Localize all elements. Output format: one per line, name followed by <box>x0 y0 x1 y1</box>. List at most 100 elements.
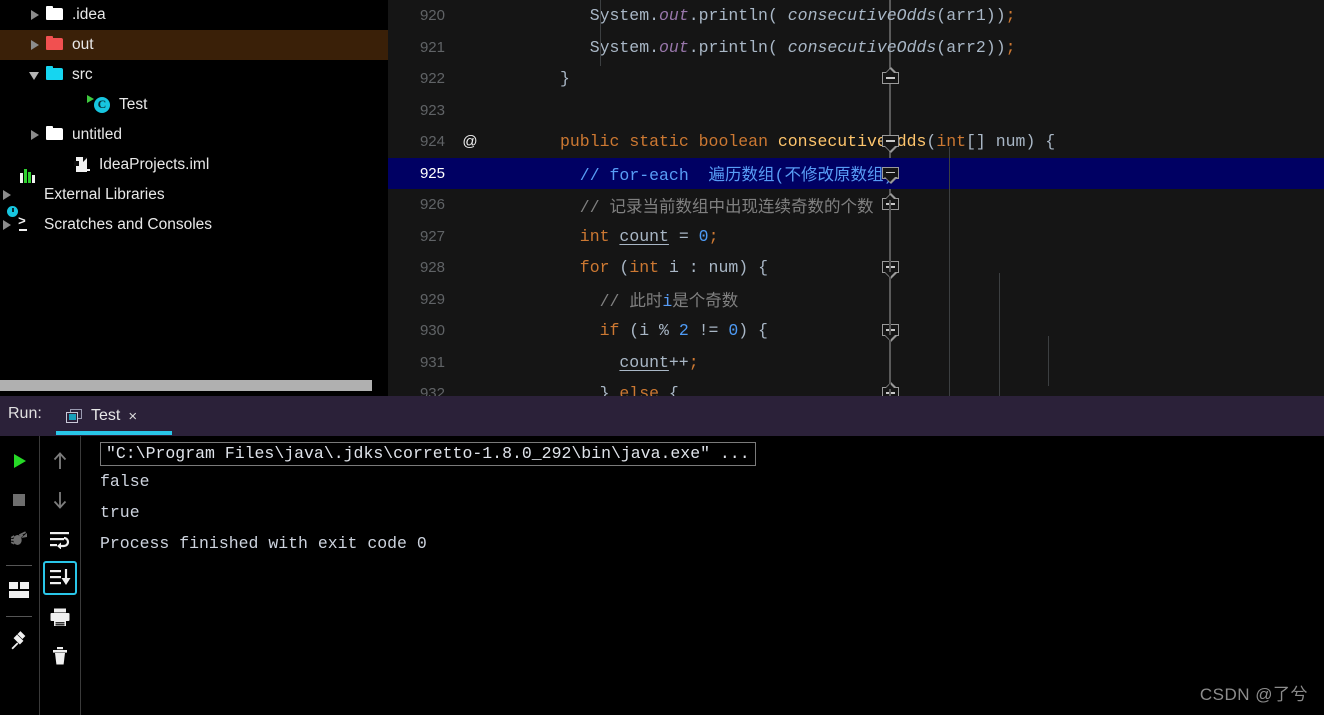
code-line[interactable]: 920 System.out.println( consecutiveOdds(a… <box>388 0 1324 32</box>
tree-item-test[interactable]: C Test <box>0 90 388 120</box>
code-text: System.out.println( consecutiveOdds(arr1… <box>589 6 1016 26</box>
chevron-right-icon[interactable] <box>28 8 42 22</box>
code-editor[interactable]: 920 System.out.println( consecutiveOdds(a… <box>388 0 1324 396</box>
line-number: 931 <box>419 353 445 371</box>
run-config-icon <box>66 408 83 424</box>
code-line[interactable]: 931 count++; <box>388 347 1324 379</box>
tree-item-ideaprojects-iml[interactable]: IdeaProjects.iml <box>0 150 388 180</box>
indent-guide-2 <box>999 273 1001 396</box>
run-console-area: "C:\Program Files\java\.jdks\corretto-1.… <box>0 436 1324 715</box>
console-output[interactable]: "C:\Program Files\java\.jdks\corretto-1.… <box>82 436 1324 715</box>
fold-marker-925[interactable] <box>882 166 899 184</box>
fold-marker-922[interactable] <box>882 66 899 89</box>
tree-item-untitled[interactable]: untitled <box>0 120 388 150</box>
code-line[interactable]: 923 <box>388 95 1324 127</box>
tree-item-scratches-and-consoles[interactable]: > Scratches and Consoles <box>0 205 388 240</box>
stop-button[interactable] <box>2 483 36 517</box>
code-line[interactable]: 926 // 记录当前数组中出现连续奇数的个数 <box>388 189 1324 221</box>
code-text: // 此时i是个奇数 <box>599 292 739 312</box>
toolbar-divider-2 <box>80 436 81 715</box>
bug-rerun-icon[interactable] <box>2 522 36 556</box>
iml-file-icon <box>73 156 92 175</box>
arrow-up-icon[interactable] <box>43 444 77 478</box>
code-line[interactable]: 924 @ public static boolean consecutiveOdd… <box>388 126 1324 158</box>
printer-icon[interactable] <box>43 600 77 634</box>
tree-item-label: out <box>72 36 94 54</box>
code-line[interactable]: 932 } else { <box>388 378 1324 396</box>
line-number: 921 <box>419 38 445 56</box>
run-toolbar-left[interactable] <box>0 436 38 715</box>
indent-guide-0 <box>600 0 602 66</box>
chevron-right-icon[interactable] <box>0 188 14 202</box>
folder-icon <box>46 36 65 55</box>
chevron-right-icon[interactable] <box>0 218 14 232</box>
scratches-icon: > <box>7 205 37 235</box>
code-fold-rail-lower <box>889 196 891 396</box>
project-tool-window[interactable]: .idea out src C Test untitled IdeaProjects.iml… <box>0 0 388 396</box>
tree-item-src[interactable]: src <box>0 60 388 90</box>
tree-item-idea[interactable]: .idea <box>0 0 388 30</box>
run-tool-window-header: Run: Test × <box>0 396 1324 436</box>
code-text: } <box>560 69 570 89</box>
code-line[interactable]: 928 for (int i : num) { <box>388 252 1324 284</box>
run-label: Run: <box>8 405 42 422</box>
fold-marker-924[interactable] <box>882 135 899 153</box>
tree-item-external-libraries[interactable]: External Libraries <box>0 168 388 210</box>
code-text: public static boolean consecutiveOdds(in… <box>560 132 1056 152</box>
scroll-to-end-icon[interactable] <box>43 561 77 595</box>
line-number: 926 <box>419 196 445 214</box>
code-line[interactable]: 925 // for-each 遍历数组(不修改原数组) <box>388 157 1324 189</box>
code-line[interactable]: 927 int count = 0; <box>388 221 1324 253</box>
annotation-marker[interactable]: @ <box>460 133 480 150</box>
close-icon[interactable]: × <box>128 408 137 425</box>
ide-window: .idea out src C Test untitled IdeaProjects.iml… <box>0 0 1324 715</box>
folder-icon <box>46 6 65 25</box>
code-line[interactable]: 921 System.out.println( consecutiveOdds(a… <box>388 32 1324 64</box>
line-number: 924 <box>419 133 445 151</box>
folder-icon <box>46 126 65 145</box>
console-output-lines: false true Process finished with exit code… <box>82 466 1324 559</box>
chevron-right-icon[interactable] <box>28 128 42 142</box>
code-text: // for-each 遍历数组(不修改原数组) <box>579 166 894 186</box>
java-class-icon: C <box>87 94 112 115</box>
console-line: false <box>100 472 150 491</box>
toolbar-separator-2 <box>6 616 32 617</box>
code-text: for (int i : num) { <box>579 258 768 278</box>
code-text: } else { <box>599 384 679 396</box>
line-number: 928 <box>419 259 445 277</box>
line-number: 925 <box>419 164 445 182</box>
indent-guide-1 <box>949 147 951 396</box>
run-tab-test[interactable]: Test × <box>60 396 143 436</box>
rerun-button[interactable] <box>2 444 36 478</box>
line-number: 927 <box>419 227 445 245</box>
console-line: Process finished with exit code 0 <box>100 534 427 553</box>
folder-icon <box>46 66 65 85</box>
project-horizontal-scrollbar[interactable] <box>0 380 372 391</box>
run-tab-label: Test <box>91 407 121 424</box>
tree-item-label: .idea <box>72 6 106 24</box>
line-number: 922 <box>419 70 445 88</box>
run-toolbar-right[interactable] <box>40 436 80 715</box>
line-number: 932 <box>419 385 445 396</box>
watermark-text: CSDN @了兮 <box>1199 685 1308 704</box>
chevron-right-icon[interactable] <box>28 38 42 52</box>
line-number: 929 <box>419 290 445 308</box>
tree-item-out[interactable]: out <box>0 30 388 60</box>
pin-icon[interactable] <box>2 624 36 658</box>
trash-icon[interactable] <box>43 639 77 673</box>
external-libraries-icon <box>18 168 37 205</box>
tree-item-label: External Libraries <box>44 186 165 204</box>
chevron-down-icon[interactable] <box>28 68 42 82</box>
soft-wrap-icon[interactable] <box>43 522 77 556</box>
tree-item-label: Scratches and Consoles <box>44 216 213 234</box>
code-text: int count = 0; <box>579 226 719 246</box>
code-line[interactable]: 929 // 此时i是个奇数 <box>388 284 1324 316</box>
code-line[interactable]: 930 if (i % 2 != 0) { <box>388 315 1324 347</box>
code-line[interactable]: 922} <box>388 63 1324 95</box>
tree-item-label: IdeaProjects.iml <box>99 156 210 174</box>
project-tree[interactable]: .idea out src C Test untitled IdeaProjects.iml… <box>0 0 388 240</box>
arrow-down-icon[interactable] <box>43 483 77 517</box>
layout-icon[interactable] <box>2 573 36 607</box>
indent-guide-3 <box>1048 336 1050 386</box>
